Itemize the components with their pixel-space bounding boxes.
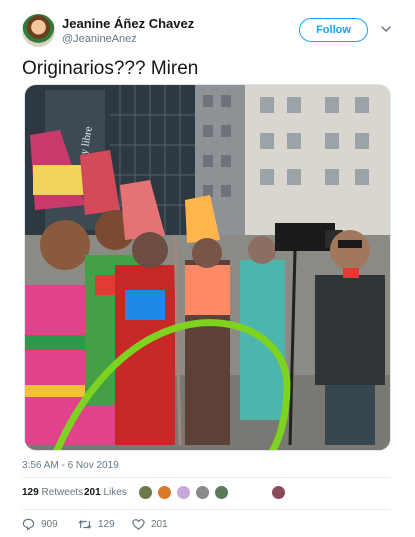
divider [22,477,390,478]
heart-icon [132,519,145,530]
retweets-label: Retweets [41,487,84,498]
liker-avatar[interactable] [176,485,191,500]
liker-avatar[interactable] [138,485,153,500]
retweets-count: 129 [22,487,39,498]
tweet-header: Jeanine Áñez Chavez @JeanineAnez Follow [22,14,394,48]
retweet-count: 129 [98,519,115,530]
tweet-text: Originarios??? Miren [22,58,199,79]
avatar[interactable] [22,14,55,47]
reply-count: 909 [41,519,58,530]
likes-label: Likes [103,487,127,498]
chevron-down-icon[interactable] [380,23,392,35]
tweet-timestamp[interactable]: 3:56 AM - 6 Nov 2019 [22,460,119,471]
liker-avatar[interactable] [214,485,229,500]
reply-button[interactable]: 909 [22,518,58,531]
user-names[interactable]: Jeanine Áñez Chavez @JeanineAnez [62,16,194,46]
tweet-card: Jeanine Áñez Chavez @JeanineAnez Follow … [0,0,415,537]
divider [22,509,390,510]
display-name[interactable]: Jeanine Áñez Chavez [62,16,194,32]
like-button[interactable]: 201 [132,518,168,531]
like-count: 201 [151,519,168,530]
liker-avatar[interactable] [271,485,286,500]
liker-avatar[interactable] [195,485,210,500]
follow-button[interactable]: Follow [299,18,368,42]
retweet-icon [78,520,92,529]
tweet-photo[interactable]: y libre [24,84,391,451]
retweet-button[interactable]: 129 [78,518,115,531]
user-handle[interactable]: @JeanineAnez [62,32,194,46]
likes-count: 201 [84,487,101,498]
reply-icon [22,518,35,531]
retweets-stat[interactable]: 129 Retweets [22,487,83,498]
liker-avatar[interactable] [157,485,172,500]
likes-stat[interactable]: 201 Likes [84,487,127,498]
